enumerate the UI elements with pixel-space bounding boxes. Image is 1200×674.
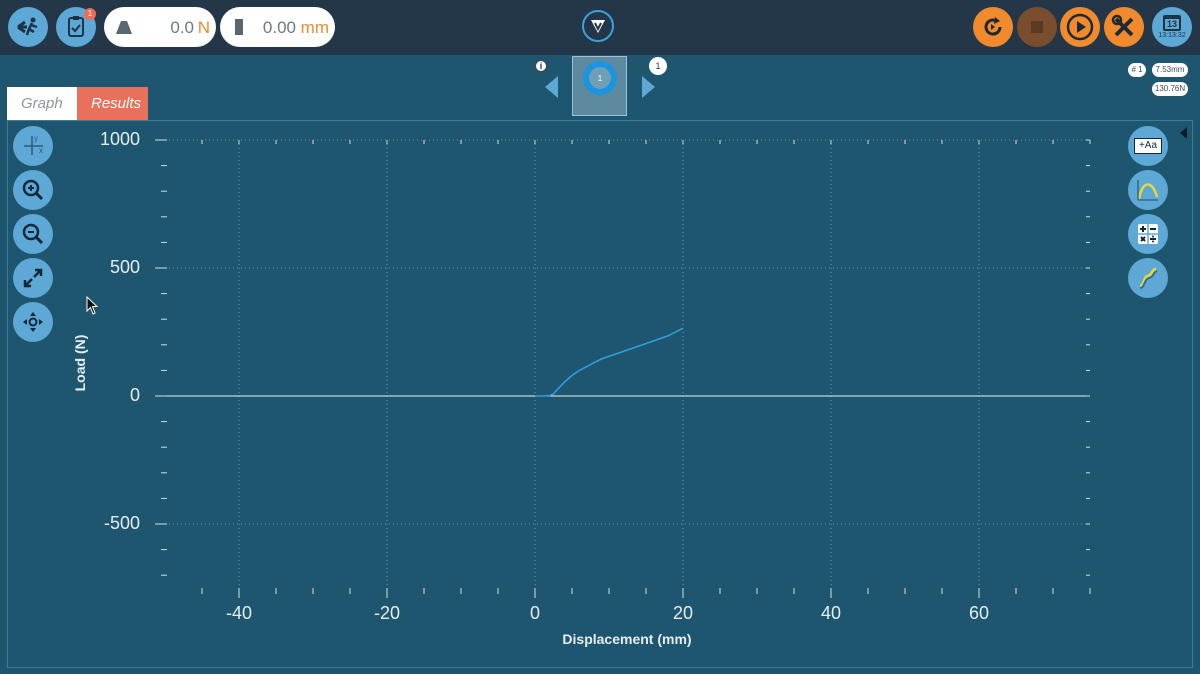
calendar-button[interactable]: 13 13:13:32 [1152,7,1192,47]
fit-view-button[interactable] [13,258,53,298]
position-readout: 0.00 mm [220,7,335,47]
tab-graph[interactable]: Graph [7,87,77,120]
play-icon [1066,13,1094,41]
load-unit: N [197,18,210,37]
mouse-cursor-icon [86,296,99,315]
clock-text: 13:13:32 [1158,32,1186,39]
stop-icon [1031,21,1043,33]
expand-arrows-icon [23,268,43,288]
y-tick-label: 0 [129,385,140,405]
exit-button[interactable] [8,7,48,47]
x-tick-label: -40 [225,603,252,623]
tools-icon [1111,14,1134,37]
y-tick-label: -500 [103,513,140,533]
calendar-icon: 13 [1163,15,1181,31]
position-unit: mm [300,18,329,37]
run-exit-icon [17,17,38,36]
notification-badge: 1 [84,8,96,20]
collapse-panel-arrow[interactable] [1180,127,1187,139]
overlay-curve-icon [1139,267,1158,289]
x-tick-label: 0 [529,603,540,623]
calculator-button[interactable] [1128,214,1168,254]
graph-panel [7,120,1193,668]
test-number-readout: # 1 [1128,63,1146,77]
tab-results[interactable]: Results [77,87,148,120]
prev-test-arrow[interactable] [545,76,558,98]
x-tick-label: -20 [373,603,400,623]
pan-move-icon [23,312,43,332]
load-value: 0.0 [170,18,194,37]
settings-button[interactable] [1104,7,1144,47]
start-button[interactable] [1060,7,1100,47]
test-specimen-icon: 1 [583,61,617,95]
y-tick-label: 500 [109,257,140,277]
axes-xy-icon: y x [24,134,43,155]
load-result-readout: 130.76N [1152,82,1188,96]
zoom-in-icon [22,179,44,201]
top-toolbar: 1 0.0 N 0.00 mm 13 13:13:32 [0,0,1200,55]
y-tick-label: 1000 [99,129,140,149]
annotate-button[interactable]: +Aa [1128,126,1168,166]
x-tick-label: 40 [820,603,842,623]
curve-analysis-button[interactable] [1128,170,1168,210]
test-count-badge: 1 [649,57,667,75]
x-tick-label: 60 [968,603,990,623]
y-axis-label: Load (N) [72,334,88,392]
pan-button[interactable] [13,302,53,342]
info-badge[interactable]: i [533,58,549,74]
svg-text:x: x [39,146,43,155]
overlay-curves-button[interactable] [1128,258,1168,298]
return-cycle-icon [984,17,1002,36]
logo-v-icon [591,20,605,33]
displacement-readout: 7.53mm [1152,63,1188,77]
svg-text:y: y [34,134,38,143]
weight-icon [116,21,132,34]
current-test-thumbnail[interactable]: 1 [572,56,627,116]
view-tabs: Graph Results [7,87,148,120]
app-logo [582,10,614,42]
x-tick-label: 20 [672,603,694,623]
x-axis-label: Displacement (mm) [562,631,692,647]
return-button[interactable] [973,7,1013,47]
peak-curve-icon [1137,180,1159,201]
clipboard-check-icon [68,16,84,37]
stop-button[interactable] [1017,7,1057,47]
load-readout: 0.0 N [104,7,216,47]
axis-select-button[interactable]: y x [13,126,53,166]
zoom-out-icon [22,223,44,245]
zoom-out-button[interactable] [13,214,53,254]
calculator-icon [1138,224,1158,244]
next-test-arrow[interactable] [642,76,655,98]
annotate-text-icon: +Aa [1134,138,1162,154]
zoom-in-button[interactable] [13,170,53,210]
position-value: 0.00 [262,18,296,37]
crosshead-icon [235,19,243,35]
current-test-number: 1 [597,73,603,83]
